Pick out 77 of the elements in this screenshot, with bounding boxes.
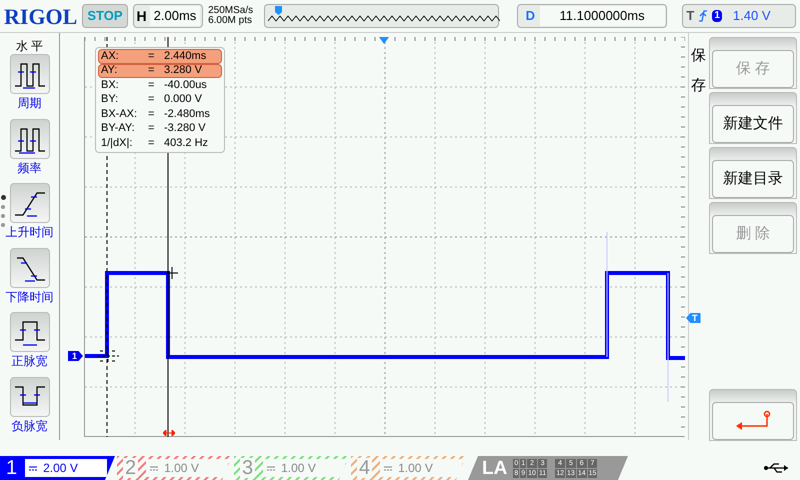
menu-button[interactable]: 新建目录 <box>712 160 794 198</box>
rising-edge-icon <box>699 10 708 22</box>
trigger-level-marker: T <box>686 313 700 323</box>
double-arrow-icon <box>163 430 175 436</box>
readout-value: -2.480ms <box>164 108 210 120</box>
channel-number: 3 <box>240 458 256 478</box>
readout-label: BY-AY: <box>101 123 136 134</box>
channel-scale: 2.00 V <box>25 459 108 477</box>
measure-button[interactable] <box>10 183 50 223</box>
equals-sign: = <box>148 123 156 134</box>
usb-icon <box>764 462 790 474</box>
channel-tab[interactable]: 4 1.00 V <box>351 456 466 480</box>
channel-number: 1 <box>6 458 18 478</box>
readout-label: BY: <box>101 94 120 106</box>
timebase-value: 2.00ms <box>150 6 200 26</box>
equals-sign: = <box>148 108 156 120</box>
timebase-label: H <box>136 6 147 26</box>
brand-logo: RIGOL <box>4 2 78 30</box>
menu-title: 保存 <box>691 46 706 96</box>
channel-scale: 1.00 V <box>146 459 228 477</box>
crosshair-icon <box>165 267 179 279</box>
readout-value: 0.000 V <box>164 94 202 106</box>
trigger-level: 1.40 V <box>732 7 771 26</box>
channel-scale: 1.00 V <box>380 459 462 477</box>
readout-value: -40.00us <box>164 80 207 91</box>
readout-label: AX: <box>101 50 120 62</box>
measure-button[interactable] <box>10 118 50 158</box>
equals-sign: = <box>148 138 156 149</box>
readout-label: BX-AX: <box>101 108 138 120</box>
measure-button[interactable] <box>10 312 50 352</box>
logic-analyzer-label: LA <box>482 458 508 478</box>
delay-value: 11.1000000ms <box>540 6 665 26</box>
equals-sign: = <box>148 50 156 62</box>
channel-marker: 1 <box>68 351 84 361</box>
channel-tab[interactable]: 1 2.00 V <box>0 456 115 480</box>
channel-tab[interactable]: 2 1.00 V <box>117 456 232 480</box>
measure-label: 下降时间 <box>6 288 54 306</box>
dc-coupling-icon <box>29 466 38 470</box>
dc-coupling-icon <box>267 466 276 470</box>
menu-button[interactable]: 新建文件 <box>712 105 794 143</box>
equals-sign: = <box>148 80 156 91</box>
trigger-label: T <box>686 7 694 26</box>
menu-title: 水 平 <box>16 38 44 53</box>
memory-waveform-icon <box>268 14 500 23</box>
crosshair-icon <box>96 349 120 363</box>
back-button[interactable] <box>712 402 794 440</box>
dc-coupling-icon <box>150 466 158 470</box>
channel-scale: 1.00 V <box>263 459 346 477</box>
measure-label: 上升时间 <box>6 224 54 241</box>
memory-depth: 6.00M pts <box>208 16 253 26</box>
readout-label: BX: <box>101 80 120 91</box>
channel-tab[interactable]: 3 1.00 V <box>234 456 349 480</box>
measure-label: 正脉宽 <box>12 353 48 370</box>
channel-number: 2 <box>123 458 138 478</box>
readout-label: AY: <box>101 65 118 76</box>
equals-sign: = <box>148 94 156 106</box>
measure-label: 周期 <box>18 95 42 112</box>
trigger-source-badge: 1 <box>712 10 722 22</box>
dc-coupling-icon <box>384 466 392 470</box>
measure-button[interactable] <box>10 376 50 416</box>
trigger-position-icon <box>379 37 389 44</box>
delay-label: D <box>526 7 536 26</box>
readout-value: 3.280 V <box>164 65 202 76</box>
measure-label: 负脉宽 <box>12 418 48 434</box>
trigger-position-icon <box>274 6 282 15</box>
measure-button[interactable] <box>10 248 50 288</box>
measure-button[interactable] <box>10 54 50 94</box>
readout-value: 403.2 Hz <box>164 138 208 149</box>
readout-value: -3.280 V <box>164 123 206 134</box>
channel-number: 4 <box>357 458 372 478</box>
readout-label: 1/|dX|: <box>101 138 134 149</box>
sample-rate: 250MSa/s <box>208 6 254 16</box>
measure-label: 频率 <box>18 160 42 176</box>
run-state-indicator: STOP <box>82 4 128 28</box>
readout-value: 2.440ms <box>164 50 206 62</box>
return-arrow-icon <box>735 410 771 432</box>
equals-sign: = <box>148 65 156 76</box>
